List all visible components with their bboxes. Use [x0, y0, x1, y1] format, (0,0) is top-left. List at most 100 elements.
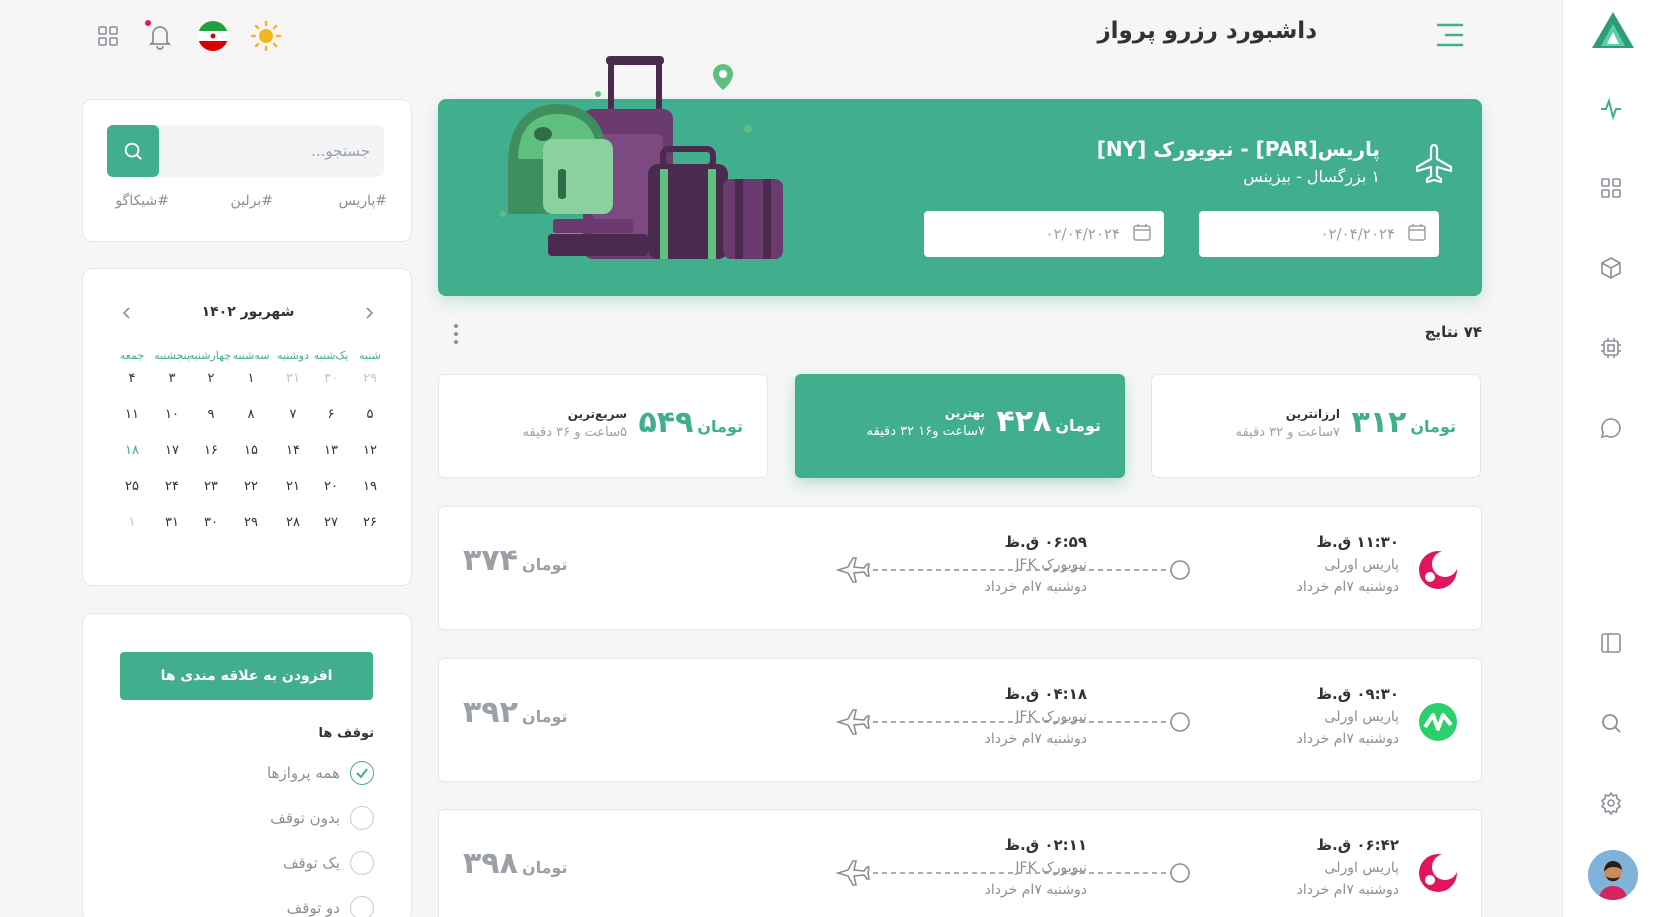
tag-link[interactable]: #برلین	[231, 193, 274, 209]
stop-option[interactable]: دو توقف	[287, 895, 374, 917]
sort-cheapest-card[interactable]: تومان ۳۱۲ ارزانترین ۷ساعت و ۳۲ دقیقه	[1151, 374, 1481, 478]
flight-price: تومان ۳۷۴	[463, 543, 568, 578]
calendar-day[interactable]: ۲۰	[316, 479, 346, 494]
calendar-day[interactable]: ۳۱	[278, 371, 308, 386]
calendar-day[interactable]: ۲	[196, 371, 226, 386]
stop-option[interactable]: یک توقف	[283, 850, 374, 876]
calendar-day[interactable]: ۲۷	[316, 515, 346, 530]
calendar-day[interactable]: ۳۰	[196, 515, 226, 530]
calendar-day[interactable]: ۱۱	[117, 407, 147, 422]
departure-info: ۰۹:۳۰ ق.ظ پاریس اورلی دوشنبه ۷ام خرداد	[1297, 685, 1399, 747]
grid-icon[interactable]	[1593, 170, 1629, 206]
arrival-info: ۰۲:۱۱ ق.ظ نیویورک JFK دوشنبه ۷ام خرداد	[985, 836, 1087, 898]
tag-link[interactable]: #پاریس	[339, 193, 387, 209]
arrival-date: دوشنبه ۷ام خرداد	[984, 579, 1087, 595]
flight-row[interactable]: ۰۶:۴۲ ق.ظ پاریس اورلی دوشنبه ۷ام خرداد ۰…	[438, 809, 1482, 917]
calendar-day[interactable]: ۱۶	[196, 443, 226, 458]
calendar-day[interactable]: ۱۸	[117, 443, 147, 458]
calendar-day[interactable]: ۱	[117, 515, 147, 530]
departure-info: ۰۶:۴۲ ق.ظ پاریس اورلی دوشنبه ۷ام خرداد	[1297, 836, 1399, 898]
calendar-day[interactable]: ۱۷	[157, 443, 187, 458]
page-title: داشبورد رزرو پرواز	[1097, 18, 1317, 44]
calendar-day[interactable]: ۲۸	[278, 515, 308, 530]
calendar-day[interactable]: ۱۵	[236, 443, 266, 458]
calendar-day[interactable]: ۸	[236, 407, 266, 422]
calendar-icon	[1407, 222, 1427, 246]
calendar-day[interactable]: ۱۹	[355, 479, 385, 494]
search-button[interactable]	[107, 125, 159, 177]
date-from-field[interactable]: ۰۲/۰۴/۲۰۲۴	[924, 211, 1164, 257]
date-to-field[interactable]: ۰۲/۰۴/۲۰۲۴	[1199, 211, 1439, 257]
calendar-day[interactable]: ۲۳	[196, 479, 226, 494]
flight-row[interactable]: ۰۹:۳۰ ق.ظ پاریس اورلی دوشنبه ۷ام خرداد ۰…	[438, 658, 1482, 782]
stop-option[interactable]: همه پروازها	[267, 760, 374, 786]
departure-date: دوشنبه ۷ام خرداد	[1296, 579, 1399, 595]
weekday-label: چهارشنبه	[188, 349, 231, 362]
calendar-day[interactable]: ۱	[236, 371, 266, 386]
sort-price: تومان ۴۲۸	[996, 404, 1101, 439]
menu-icon[interactable]	[1436, 22, 1464, 48]
calendar-day[interactable]: ۳	[157, 371, 187, 386]
chip-icon[interactable]	[1593, 330, 1629, 366]
tag-link[interactable]: #شیکاگو	[115, 193, 169, 209]
calendar-day[interactable]: ۱۰	[157, 407, 187, 422]
calendar-day[interactable]: ۲۶	[355, 515, 385, 530]
flight-price: تومان ۳۹۲	[463, 695, 568, 730]
moon-logo-icon	[1419, 551, 1458, 589]
calendar-day[interactable]: ۲۵	[117, 479, 147, 494]
calendar-day[interactable]: ۲۴	[157, 479, 187, 494]
price-value: ۳۷۴	[463, 543, 518, 578]
box-icon[interactable]	[1593, 250, 1629, 286]
bell-icon[interactable]	[142, 18, 178, 54]
calendar-day[interactable]: ۲۲	[236, 479, 266, 494]
add-to-favorites-button[interactable]: افزودن به علاقه مندی ها	[120, 652, 373, 700]
sort-fastest-card[interactable]: تومان ۵۴۹ سریع‌ترین ۵ساعت و ۳۶ دقیقه	[438, 374, 768, 478]
calendar-day[interactable]: ۲۹	[355, 371, 385, 386]
sort-best-card[interactable]: تومان ۴۲۸ بهترین ۷ساعت و۱۶ ۳۲ دقیقه	[795, 374, 1125, 478]
stops-title: توقف ها	[318, 726, 374, 741]
radio-icon[interactable]	[350, 806, 374, 830]
stop-option[interactable]: بدون توقف	[270, 805, 374, 831]
sort-price: تومان ۳۱۲	[1351, 405, 1456, 440]
search-icon[interactable]	[1593, 705, 1629, 741]
departure-info: ۱۱:۳۰ ق.ظ پاریس اورلی دوشنبه ۷ام خرداد	[1297, 533, 1399, 595]
calendar-month: شهریور ۱۴۰۲	[201, 304, 295, 320]
flight-row[interactable]: ۱۱:۳۰ ق.ظ پاریس اورلی دوشنبه ۷ام خرداد ۰…	[438, 506, 1482, 630]
calendar-day[interactable]: ۹	[196, 407, 226, 422]
calendar-day[interactable]: ۷	[278, 407, 308, 422]
sidebar-toggle-icon[interactable]	[1593, 625, 1629, 661]
sort-duration: ۷ساعت و۱۶ ۳۲ دقیقه	[866, 424, 985, 439]
apps-icon[interactable]	[90, 18, 126, 54]
calendar-day[interactable]: ۲۱	[278, 479, 308, 494]
sun-icon[interactable]	[248, 18, 284, 54]
sort-label: ارزانترین	[1285, 407, 1340, 421]
calendar-day[interactable]: ۶	[316, 407, 346, 422]
radio-icon[interactable]	[350, 896, 374, 917]
gear-icon[interactable]	[1593, 785, 1629, 821]
calendar-day[interactable]: ۱۴	[278, 443, 308, 458]
calendar-day[interactable]: ۴	[117, 371, 147, 386]
chat-icon[interactable]	[1593, 410, 1629, 446]
price-value: ۳۹۸	[463, 846, 518, 881]
departure-time: ۰۹:۳۰ ق.ظ	[1316, 685, 1399, 703]
iran-flag-icon[interactable]	[195, 18, 231, 54]
stop-option-label: بدون توقف	[270, 809, 340, 827]
departure-place: پاریس اورلی	[1324, 557, 1399, 573]
calendar-day[interactable]: ۵	[355, 407, 385, 422]
calendar-day[interactable]: ۱۲	[355, 443, 385, 458]
calendar-day[interactable]: ۳۱	[157, 515, 187, 530]
calendar-day[interactable]: ۱۳	[316, 443, 346, 458]
calendar-card: شهریور ۱۴۰۲ شنبه یک‌شنبه دوشنبه سه‌شنبه چهار…	[82, 268, 412, 586]
checked-radio-icon[interactable]	[350, 761, 374, 785]
more-options-icon[interactable]	[452, 323, 460, 345]
route-title: پاریس[PAR] - نیویورک [NY]	[1096, 137, 1380, 161]
avatar[interactable]	[1588, 850, 1638, 900]
logo-icon	[1591, 10, 1635, 50]
calendar-day[interactable]: ۲۹	[236, 515, 266, 530]
search-placeholder: جستجو...	[311, 142, 370, 160]
date-from-value: ۰۲/۰۴/۲۰۲۴	[1045, 225, 1120, 243]
luggage-illustration	[488, 54, 808, 259]
activity-icon[interactable]	[1593, 91, 1629, 127]
calendar-day[interactable]: ۳۰	[316, 371, 346, 386]
radio-icon[interactable]	[350, 851, 374, 875]
